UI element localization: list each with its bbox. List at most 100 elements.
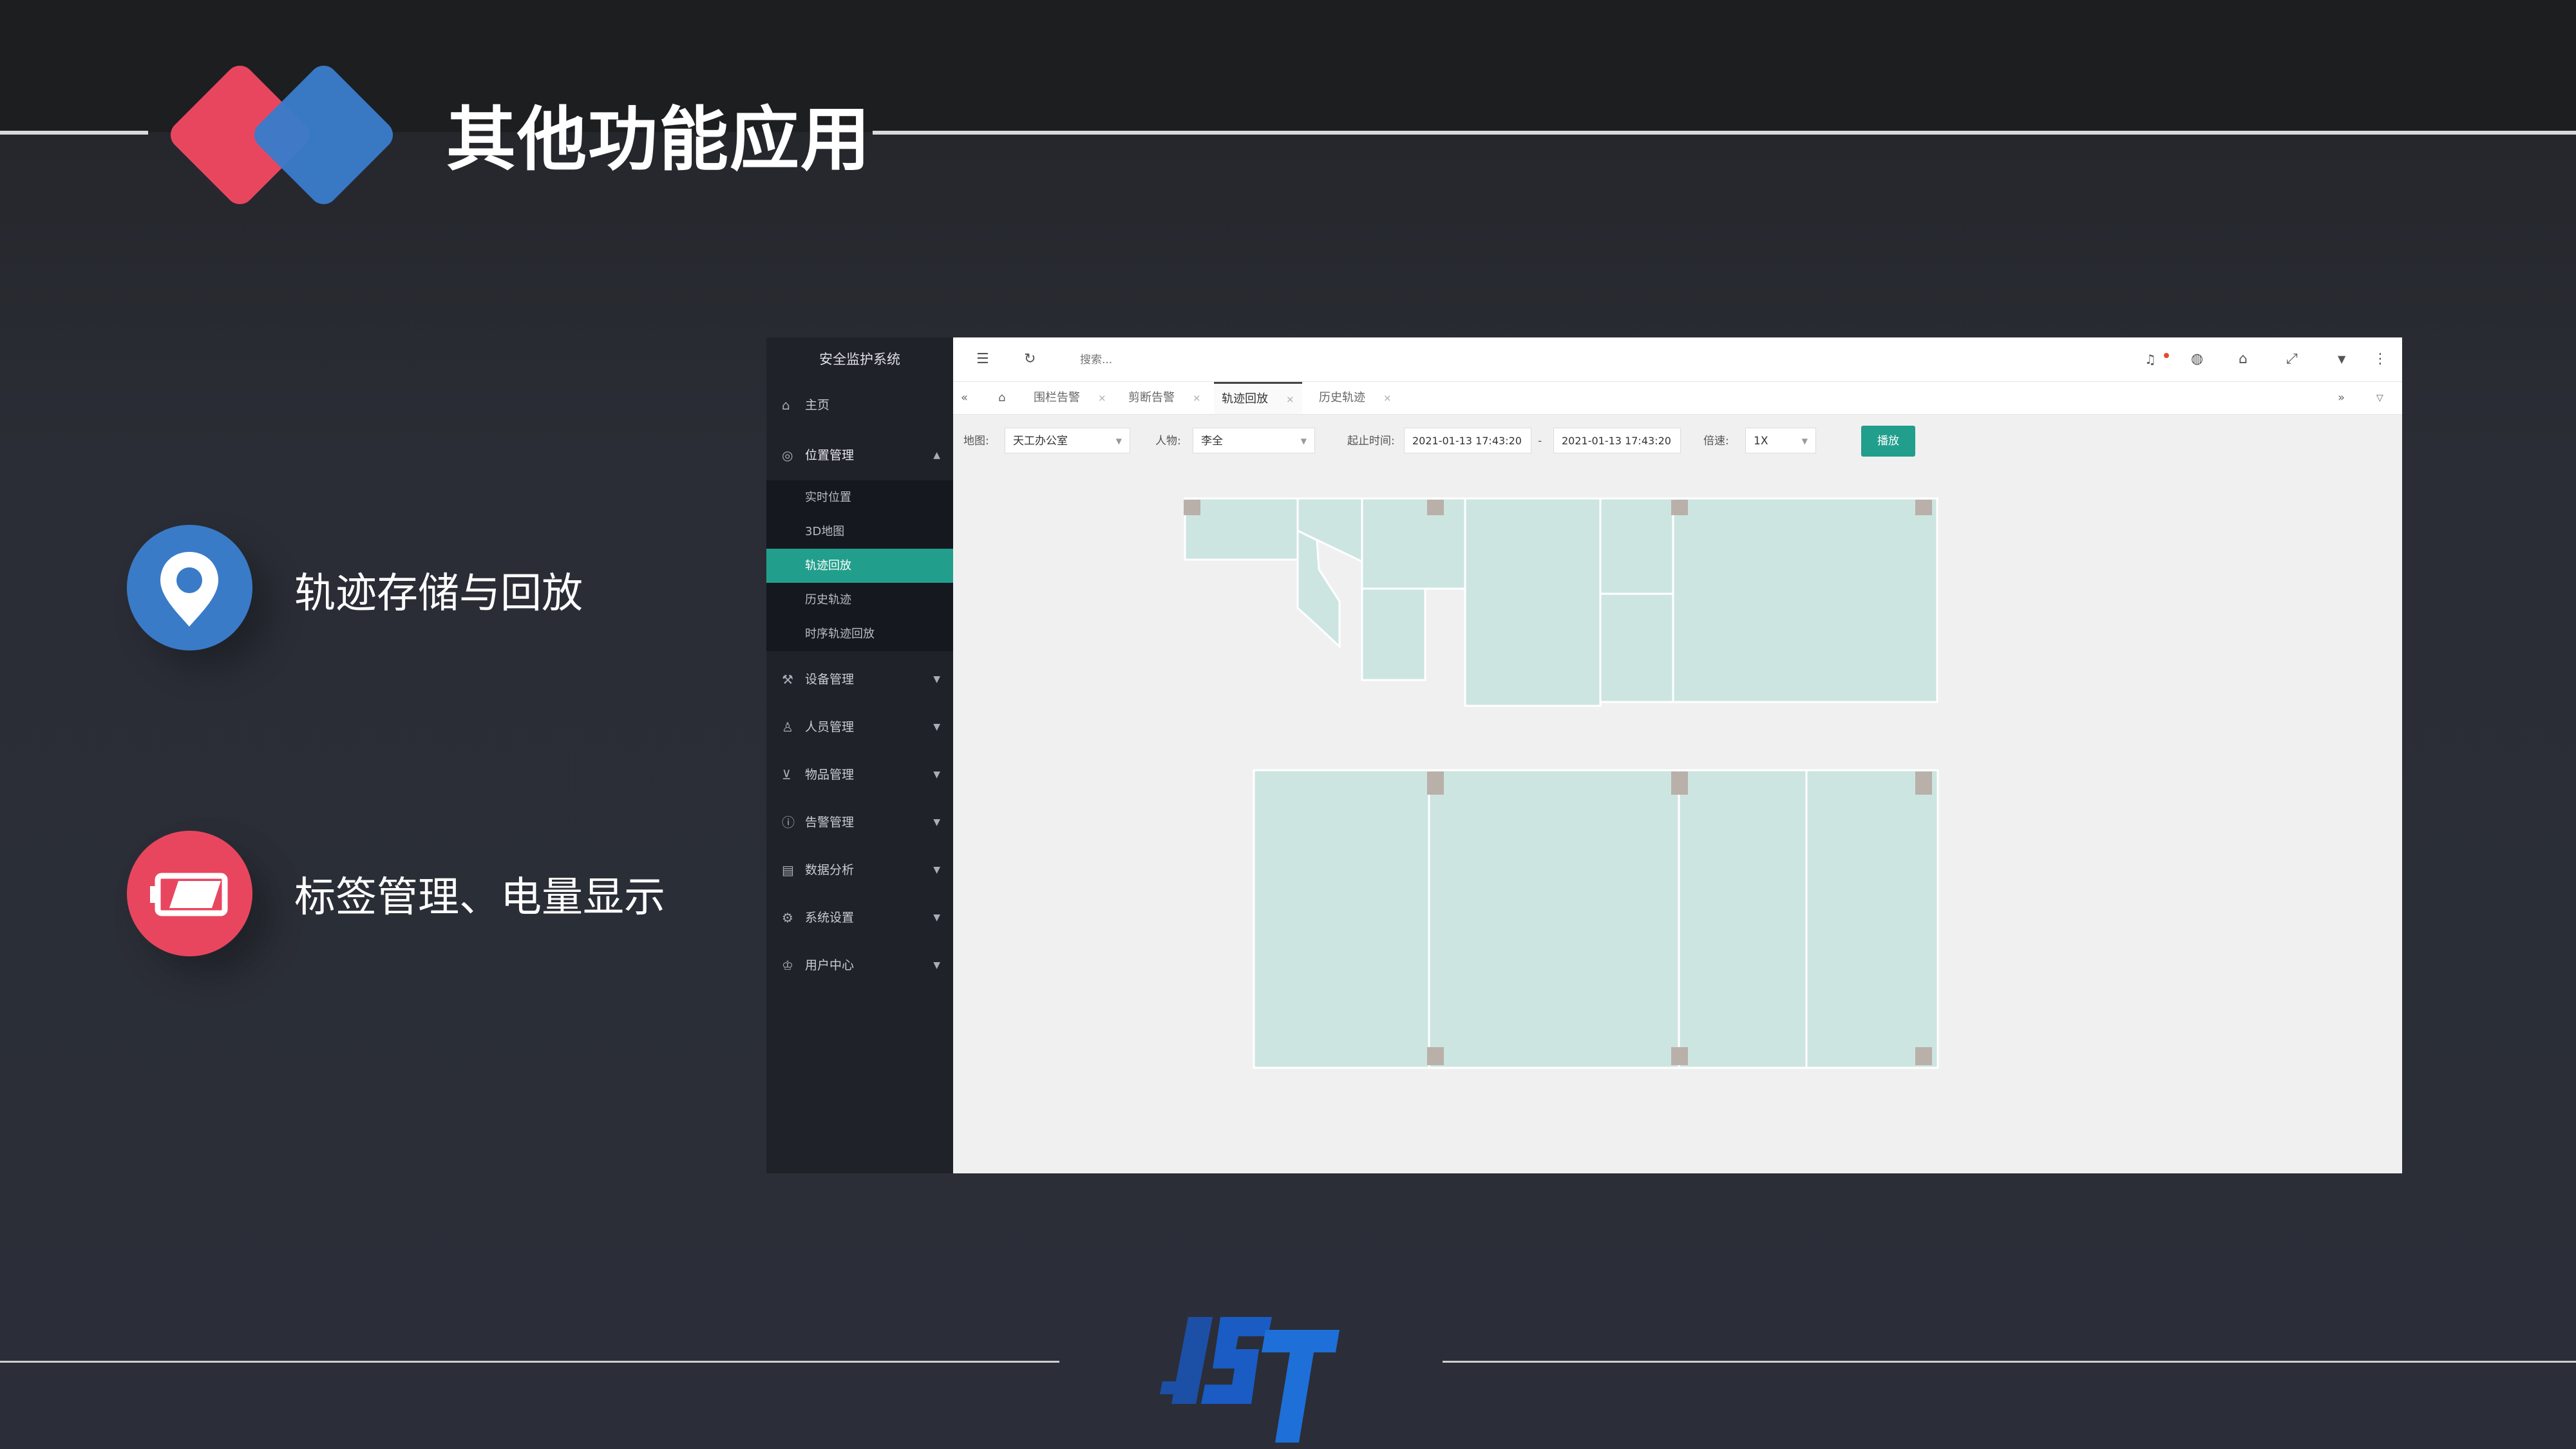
tab-cut-alarm[interactable]: 剪断告警 ×	[1128, 382, 1201, 414]
floor-room	[1678, 769, 1808, 1069]
close-icon[interactable]: ×	[1193, 392, 1201, 404]
sidebar-item-label: 告警管理	[805, 815, 855, 829]
start-time-input[interactable]: 2021-01-13 17:43:20	[1404, 428, 1531, 453]
user-icon: ♔	[782, 958, 793, 973]
anchor-node	[1671, 772, 1688, 795]
submenu-item-history-trajectory[interactable]: 历史轨迹	[766, 583, 953, 617]
user-dropdown-icon[interactable]: ▼	[2338, 337, 2345, 381]
anchor-node	[1915, 1047, 1932, 1065]
location-submenu: 实时位置 3D地图 轨迹回放 历史轨迹 时序轨迹回放	[766, 480, 953, 651]
tab-bar: « ⌂ 围栏告警 × 剪断告警 × 轨迹回放 × 历史轨迹 × » ▽	[953, 382, 2402, 415]
bell-icon[interactable]: ♫	[2145, 337, 2156, 381]
feature-trajectory-text: 轨迹存储与回放	[294, 570, 583, 618]
tabs-menu-icon[interactable]: ▽	[2376, 382, 2383, 414]
chevron-down-icon: ▼	[933, 865, 940, 875]
submenu-item-sequential-playback[interactable]: 时序轨迹回放	[766, 617, 953, 651]
sidebar-item-label: 数据分析	[805, 863, 855, 877]
tabs-scroll-left-icon[interactable]: «	[961, 382, 968, 414]
submenu-item-realtime[interactable]: 实时位置	[766, 480, 953, 515]
sidebar-item-label: 用户中心	[805, 958, 855, 972]
close-icon[interactable]: ×	[1286, 393, 1294, 405]
sidebar-item-label: 系统设置	[805, 911, 855, 925]
floor-room	[1184, 497, 1299, 561]
sidebar-item-analytics[interactable]: ▤ 数据分析 ▼	[766, 846, 953, 894]
tab-label: 剪断告警	[1128, 391, 1175, 404]
speed-select[interactable]: 1X ▼	[1745, 428, 1816, 453]
sidebar-item-user-center[interactable]: ♔ 用户中心 ▼	[766, 942, 953, 989]
slide-title: 其他功能应用	[446, 100, 872, 180]
play-button[interactable]: 播放	[1861, 426, 1915, 457]
sidebar-item-settings[interactable]: ⚙ 系统设置 ▼	[766, 894, 953, 942]
sidebar-item-items[interactable]: ⊻ 物品管理 ▼	[766, 751, 953, 799]
notification-dot	[2164, 353, 2169, 358]
floor-room	[1361, 587, 1426, 681]
speed-select-value: 1X	[1754, 435, 1768, 448]
refresh-icon[interactable]: ↻	[1024, 337, 1036, 381]
person-icon: ♙	[782, 719, 793, 735]
tag-icon[interactable]: ⌂	[2239, 337, 2248, 381]
floor-room	[1599, 592, 1674, 703]
floor-room	[1253, 769, 1430, 1069]
tab-label: 轨迹回放	[1222, 392, 1268, 406]
tab-label: 围栏告警	[1034, 391, 1080, 404]
anchor-node	[1427, 772, 1444, 795]
chevron-down-icon: ▼	[933, 674, 940, 685]
sidebar-item-location[interactable]: ◎ 位置管理 ▲	[766, 431, 953, 479]
floor-room	[1464, 497, 1602, 707]
person-label: 人物:	[1155, 435, 1181, 448]
feature-battery-text: 标签管理、电量显示	[294, 874, 665, 922]
system-title: 安全监护系统	[819, 352, 900, 367]
footer-divider-left	[0, 1361, 1059, 1363]
floor-room	[1672, 497, 1938, 703]
top-toolbar: ☰ ↻ ♫ ◍ ⌂ ⤢ ▼ ⋮	[953, 337, 2402, 382]
time-range-label: 起止时间:	[1347, 435, 1395, 448]
person-select[interactable]: 李全 ▼	[1193, 428, 1315, 453]
more-icon[interactable]: ⋮	[2373, 337, 2387, 381]
sidebar-item-label: 位置管理	[805, 448, 855, 462]
anchor-node	[1915, 500, 1932, 515]
map-select[interactable]: 天工办公室 ▼	[1005, 428, 1130, 453]
app-screenshot: 安全监护系统 ⌂ 主页 ◎ 位置管理 ▲ 实时位置 3D地图 轨迹回放 历史轨迹…	[766, 337, 2402, 1173]
filter-bar: 地图: 天工办公室 ▼ 人物: 李全 ▼ 起止时间: 2021-01-13 17…	[953, 415, 2402, 466]
anchor-node	[1915, 772, 1932, 795]
submenu-item-3d-map[interactable]: 3D地图	[766, 515, 953, 549]
floor-plan-map[interactable]	[953, 466, 2402, 1173]
theme-icon[interactable]: ◍	[2191, 337, 2203, 381]
close-icon[interactable]: ×	[1098, 392, 1106, 404]
battery-icon	[150, 873, 228, 916]
menu-toggle-icon[interactable]: ☰	[976, 337, 989, 381]
sidebar-item-alarms[interactable]: ⓘ 告警管理 ▼	[766, 799, 953, 846]
feature-battery-badge	[127, 831, 252, 956]
header-divider-left	[0, 131, 148, 135]
sidebar-item-label: 人员管理	[805, 720, 855, 734]
sidebar-item-personnel[interactable]: ♙ 人员管理 ▼	[766, 703, 953, 751]
device-icon: ⚒	[782, 672, 793, 687]
speed-label: 倍速:	[1703, 435, 1729, 448]
alert-icon: ⓘ	[782, 815, 795, 830]
sidebar-item-home[interactable]: ⌂ 主页	[766, 381, 953, 429]
tabs-scroll-right-icon[interactable]: »	[2338, 382, 2345, 414]
home-tab-icon[interactable]: ⌂	[998, 382, 1005, 414]
submenu-item-trajectory-playback[interactable]: 轨迹回放	[766, 549, 953, 583]
person-select-value: 李全	[1201, 435, 1223, 448]
search-input[interactable]	[1079, 348, 1249, 372]
cart-icon: ⊻	[782, 767, 791, 782]
close-icon[interactable]: ×	[1383, 392, 1392, 404]
sidebar: 安全监护系统 ⌂ 主页 ◎ 位置管理 ▲ 实时位置 3D地图 轨迹回放 历史轨迹…	[766, 337, 953, 1173]
chevron-down-icon: ▼	[933, 960, 940, 971]
chevron-down-icon: ▼	[1115, 437, 1122, 446]
sidebar-item-label: 主页	[805, 398, 830, 412]
feature-location-badge	[127, 525, 252, 650]
tab-history-trajectory[interactable]: 历史轨迹 ×	[1319, 382, 1392, 414]
location-icon: ◎	[782, 448, 793, 463]
sidebar-item-devices[interactable]: ⚒ 设备管理 ▼	[766, 656, 953, 703]
tab-trajectory-playback[interactable]: 轨迹回放 ×	[1214, 382, 1302, 414]
chevron-down-icon: ▼	[933, 817, 940, 828]
map-label: 地图:	[963, 435, 989, 448]
end-time-input[interactable]: 2021-01-13 17:43:20	[1553, 428, 1681, 453]
header-divider-right	[873, 131, 2576, 135]
fullscreen-icon[interactable]: ⤢	[2286, 337, 2298, 381]
floor-room	[1599, 497, 1674, 595]
tab-fence-alarm[interactable]: 围栏告警 ×	[1034, 382, 1106, 414]
tab-label: 历史轨迹	[1319, 391, 1365, 404]
